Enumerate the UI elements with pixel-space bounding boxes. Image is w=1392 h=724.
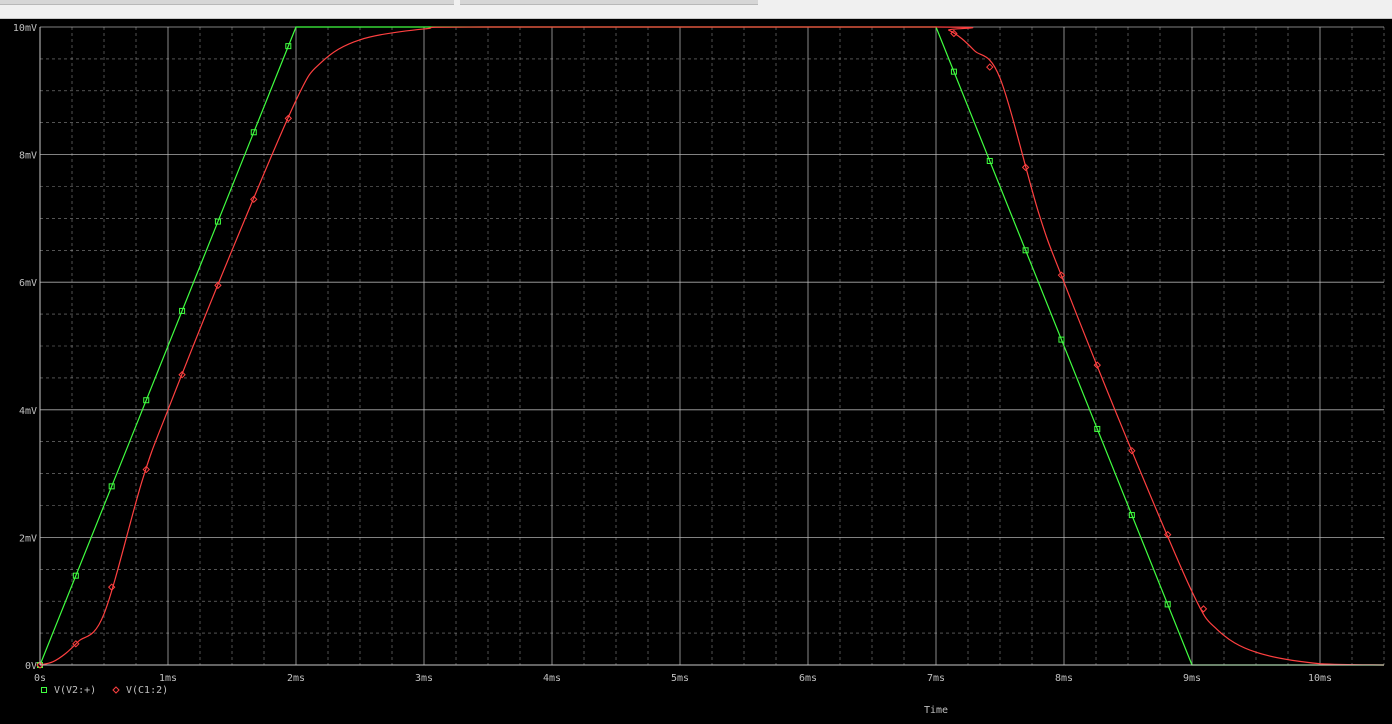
y-tick-label: 6mV xyxy=(19,278,37,289)
x-tick-label: 2ms xyxy=(287,673,305,684)
legend-marker-square xyxy=(41,687,47,693)
y-tick-label: 4mV xyxy=(19,406,37,417)
x-tick-label: 10ms xyxy=(1308,673,1332,684)
window-tab[interactable] xyxy=(460,0,758,5)
x-tick-label: 8ms xyxy=(1055,673,1073,684)
x-tick-label: 9ms xyxy=(1183,673,1201,684)
x-tick-label: 1ms xyxy=(159,673,177,684)
x-tick-label: 4ms xyxy=(543,673,561,684)
x-tick-label: 0s xyxy=(34,673,46,684)
marker-layer xyxy=(36,29,1208,669)
probe-chart[interactable]: 0s 1ms 2ms 3ms 4ms 5ms 6ms 7ms 8ms 9ms 10ms 0V 2mV 4m… xyxy=(0,18,1392,720)
legend-entry-label[interactable]: V(V2:+) xyxy=(54,685,96,696)
y-tick-label: 2mV xyxy=(19,533,37,544)
x-tick-label: 3ms xyxy=(415,673,433,684)
plot-area[interactable]: 0s 1ms 2ms 3ms 4ms 5ms 6ms 7ms 8ms 9ms 10ms 0V 2mV 4m… xyxy=(0,18,1392,720)
y-tick-label: 0V xyxy=(25,661,37,672)
y-tick-label: 10mV xyxy=(13,23,37,34)
legend-marker-diamond xyxy=(112,686,120,694)
window-tab[interactable] xyxy=(0,0,454,5)
legend[interactable]: V(V2:+) V(C1:2) xyxy=(41,685,169,696)
legend-entry-label[interactable]: V(C1:2) xyxy=(126,685,168,696)
window-top-bar xyxy=(0,0,1392,19)
x-tick-label: 6ms xyxy=(799,673,817,684)
tick-labels: 0s 1ms 2ms 3ms 4ms 5ms 6ms 7ms 8ms 9ms 10ms 0V 2mV 4m… xyxy=(13,23,1332,684)
x-tick-label: 5ms xyxy=(671,673,689,684)
y-tick-label: 8mV xyxy=(19,151,37,162)
x-tick-label: 7ms xyxy=(927,673,945,684)
x-axis-title: Time xyxy=(924,705,948,716)
series-marker-diamond xyxy=(986,63,994,71)
